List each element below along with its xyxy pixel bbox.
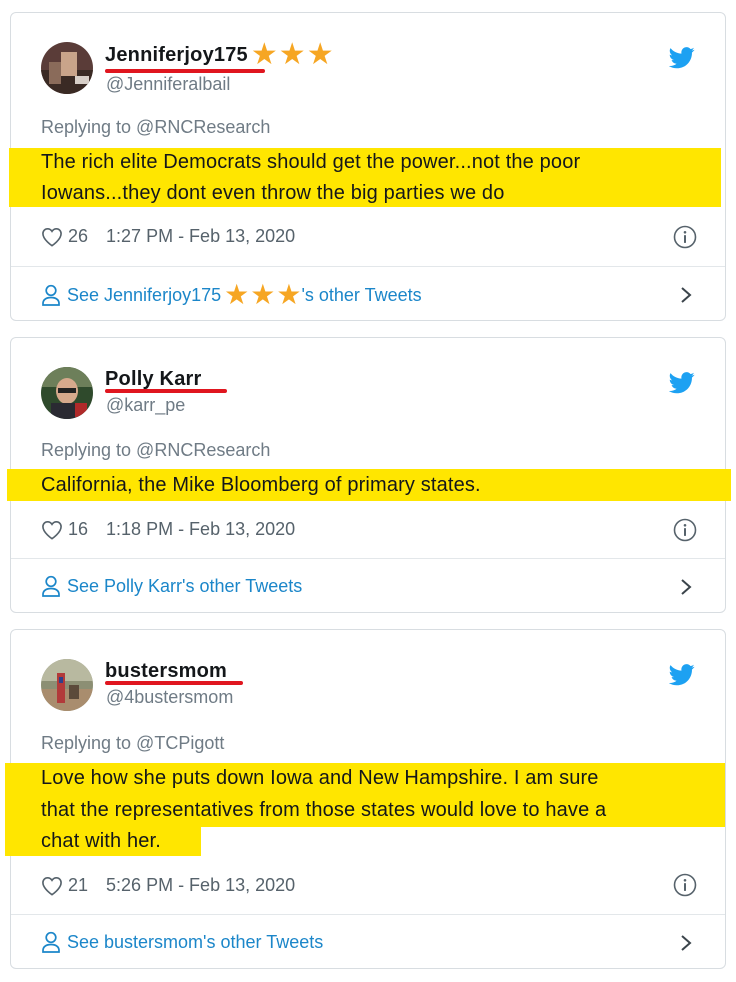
tweet-text-line: chat with her. (41, 830, 161, 852)
person-icon (41, 931, 61, 953)
see-other-tweets-link[interactable]: See bustersmom's other Tweets (41, 931, 323, 953)
like-count: 16 (68, 519, 89, 539)
see-other-tweets-link[interactable]: See Polly Karr's other Tweets (41, 575, 302, 597)
replying-to: Replying to @TCPigott (41, 733, 225, 753)
display-name[interactable]: Jenniferjoy175 (105, 44, 248, 67)
like-count: 26 (68, 226, 89, 246)
heart-icon[interactable] (41, 227, 63, 247)
like-count: 21 (68, 875, 89, 895)
star-icon: ★ (224, 279, 250, 310)
twitter-bird-icon[interactable] (669, 47, 695, 69)
avatar[interactable] (41, 42, 93, 94)
star-icon: ★ (278, 38, 306, 71)
twitter-bird-icon[interactable] (669, 372, 695, 394)
see-tweets-label: See Polly Karr's other Tweets (67, 575, 303, 596)
see-tweets-label: See bustersmom's other Tweets (67, 931, 324, 952)
divider (11, 266, 725, 267)
star-icon: ★ (306, 38, 334, 71)
red-underline (105, 681, 243, 685)
display-name[interactable]: Polly Karr (105, 368, 201, 391)
red-underline (105, 69, 265, 73)
tweet-card: bustersmom @4bustersmom Replying to @TCP… (5, 629, 726, 969)
see-tweets-label-suffix: 's other Tweets (301, 284, 422, 305)
chevron-right-icon[interactable] (679, 286, 693, 304)
tweet-text-line: Iowans...they dont even throw the big pa… (41, 182, 505, 204)
timestamp[interactable]: 1:18 PM - Feb 13, 2020 (106, 519, 295, 540)
heart-icon[interactable] (41, 876, 63, 896)
see-other-tweets-link[interactable]: See Jenniferjoy175 ★ ★ ★ 's other Tweets (41, 279, 422, 310)
red-underline (105, 389, 227, 393)
see-tweets-label: See Jenniferjoy175 (67, 284, 222, 305)
tweet-card: Jenniferjoy175 ★ ★ ★ @Jenniferalbail Rep… (9, 12, 726, 321)
display-name[interactable]: bustersmom (105, 660, 227, 683)
user-handle[interactable]: @Jenniferalbail (106, 74, 230, 95)
replying-to: Replying to @RNCResearch (41, 117, 271, 137)
tweet-text-line: The rich elite Democrats should get the … (41, 151, 581, 173)
timestamp[interactable]: 5:26 PM - Feb 13, 2020 (106, 875, 295, 896)
chevron-right-icon[interactable] (679, 578, 693, 596)
star-icon: ★ (276, 279, 302, 310)
star-emoji-group: ★ ★ ★ (223, 279, 302, 310)
tweet-text-line: Love how she puts down Iowa and New Hamp… (41, 767, 599, 789)
user-handle[interactable]: @4bustersmom (106, 687, 233, 708)
info-icon[interactable] (673, 225, 697, 249)
chevron-right-icon[interactable] (679, 934, 693, 952)
timestamp[interactable]: 1:27 PM - Feb 13, 2020 (106, 226, 295, 247)
info-icon[interactable] (673, 873, 697, 897)
user-handle[interactable]: @karr_pe (106, 395, 185, 416)
star-emoji-group: ★ ★ ★ (250, 38, 334, 71)
person-icon (41, 284, 61, 306)
avatar[interactable] (41, 367, 93, 419)
info-icon[interactable] (673, 518, 697, 542)
divider (11, 914, 725, 915)
tweet-text-line: that the representatives from those stat… (41, 799, 607, 821)
star-icon: ★ (250, 38, 278, 71)
avatar[interactable] (41, 659, 93, 711)
replying-to: Replying to @RNCResearch (41, 440, 271, 460)
divider (11, 558, 725, 559)
heart-icon[interactable] (41, 520, 63, 540)
twitter-bird-icon[interactable] (669, 664, 695, 686)
tweet-text-line: California, the Mike Bloomberg of primar… (41, 474, 481, 496)
person-icon (41, 575, 61, 597)
star-icon: ★ (250, 279, 276, 310)
tweet-card: Polly Karr @karr_pe Replying to @RNCRese… (7, 337, 731, 613)
